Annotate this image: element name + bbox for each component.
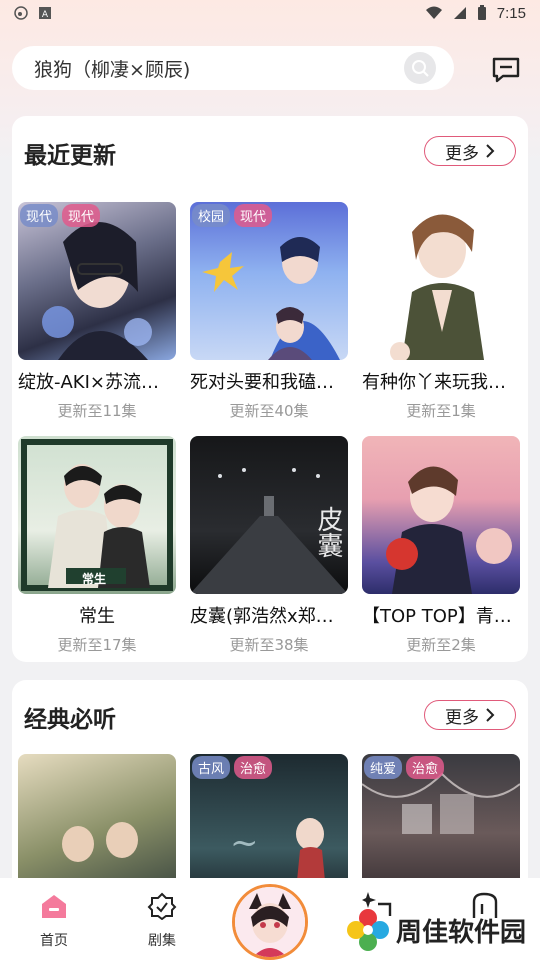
tag: 古风 bbox=[192, 756, 231, 779]
item-episodes: 更新至17集 bbox=[57, 636, 137, 654]
recent-more-button[interactable]: 更多 bbox=[424, 136, 516, 166]
item-episodes: 更新至2集 bbox=[406, 636, 476, 654]
chevron-right-icon bbox=[486, 708, 495, 722]
cover-image: 常生 bbox=[18, 436, 176, 594]
cover-image bbox=[362, 202, 520, 360]
status-bar: A 7:15 bbox=[0, 0, 540, 26]
drama-item[interactable]: 现代 现代 绽放-AKI×苏流… 更新至11集 bbox=[18, 202, 176, 421]
classic-more-button[interactable]: 更多 bbox=[424, 700, 516, 730]
item-episodes: 更新至38集 bbox=[229, 636, 309, 654]
cover-caption: 常生 bbox=[82, 572, 107, 586]
classic-more-label: 更多 bbox=[445, 707, 479, 728]
search-button[interactable] bbox=[404, 52, 436, 84]
status-time: 7:15 bbox=[496, 4, 526, 22]
search-input[interactable]: 狼狗（柳凄×顾辰) bbox=[12, 46, 454, 90]
cover-image: 现代 现代 bbox=[18, 202, 176, 360]
message-icon bbox=[492, 57, 520, 83]
item-episodes: 更新至40集 bbox=[229, 402, 309, 420]
cover-image bbox=[362, 436, 520, 594]
home-icon bbox=[42, 895, 66, 918]
message-button[interactable] bbox=[488, 52, 524, 88]
tag: 纯爱 bbox=[364, 756, 403, 779]
tag: 现代 bbox=[20, 204, 59, 227]
item-title: 绽放-AKI×苏流… bbox=[18, 372, 160, 393]
watermark: 周佳软件园 bbox=[346, 908, 526, 952]
item-title: 【TOP TOP】青… bbox=[362, 606, 512, 627]
recent-title: 最近更新 bbox=[24, 143, 116, 169]
tag: 治愈 bbox=[234, 756, 273, 779]
drama-item[interactable]: 有种你丫来玩我… 更新至1集 bbox=[362, 202, 520, 421]
cover-image: 校园 现代 bbox=[190, 202, 348, 360]
chevron-right-icon bbox=[486, 144, 495, 158]
tab-label: 首页 bbox=[40, 933, 68, 949]
tab-label: 剧集 bbox=[148, 933, 176, 949]
tag: 校园 bbox=[192, 204, 231, 227]
drama-item[interactable]: 校园 现代 死对头要和我磕… 更新至40集 bbox=[190, 202, 348, 421]
drama-icon bbox=[147, 892, 177, 921]
watermark-text: 周佳软件园 bbox=[396, 917, 527, 948]
item-episodes: 更新至11集 bbox=[57, 402, 137, 420]
tab-drama[interactable]: 剧集 bbox=[132, 892, 192, 950]
item-title: 常生 bbox=[79, 606, 115, 627]
cover-image: 皮囊 bbox=[190, 436, 348, 594]
cover-caption: 皮囊 bbox=[313, 506, 343, 558]
drama-item[interactable]: 皮囊 皮囊(郭浩然x郑… 更新至38集 bbox=[190, 436, 348, 655]
music-icon bbox=[14, 6, 28, 20]
search-query: 狼狗（柳凄×顾辰) bbox=[34, 58, 191, 81]
pinwheel-logo-icon bbox=[347, 909, 389, 951]
tag: 治愈 bbox=[406, 756, 445, 779]
recent-more-label: 更多 bbox=[445, 143, 479, 164]
recent-section: 最近更新 更多 现代 现代 绽放-AKI×苏流… 更新至11集 校园 现代 死对… bbox=[12, 116, 528, 662]
svg-text:~: ~ bbox=[230, 823, 259, 863]
signal-icon bbox=[453, 7, 466, 19]
drama-item[interactable]: 常生 常生 更新至17集 bbox=[18, 436, 176, 655]
item-episodes: 更新至1集 bbox=[406, 402, 476, 420]
search-icon bbox=[412, 60, 429, 77]
app-icon: A bbox=[39, 7, 51, 20]
avatar[interactable] bbox=[232, 884, 308, 960]
classic-title: 经典必听 bbox=[24, 707, 116, 733]
drama-item[interactable]: 【TOP TOP】青… 更新至2集 bbox=[362, 436, 520, 655]
tag: 现代 bbox=[234, 204, 273, 227]
battery-icon bbox=[477, 5, 486, 20]
item-title: 皮囊(郭浩然x郑… bbox=[190, 606, 334, 627]
svg-text:A: A bbox=[42, 10, 49, 20]
tab-home[interactable]: 首页 bbox=[24, 892, 84, 950]
tag: 现代 bbox=[62, 204, 101, 227]
item-title: 死对头要和我磕… bbox=[190, 372, 334, 393]
search-row: 狼狗（柳凄×顾辰) bbox=[12, 46, 528, 92]
wifi-icon bbox=[425, 6, 442, 19]
item-title: 有种你丫来玩我… bbox=[362, 372, 506, 393]
